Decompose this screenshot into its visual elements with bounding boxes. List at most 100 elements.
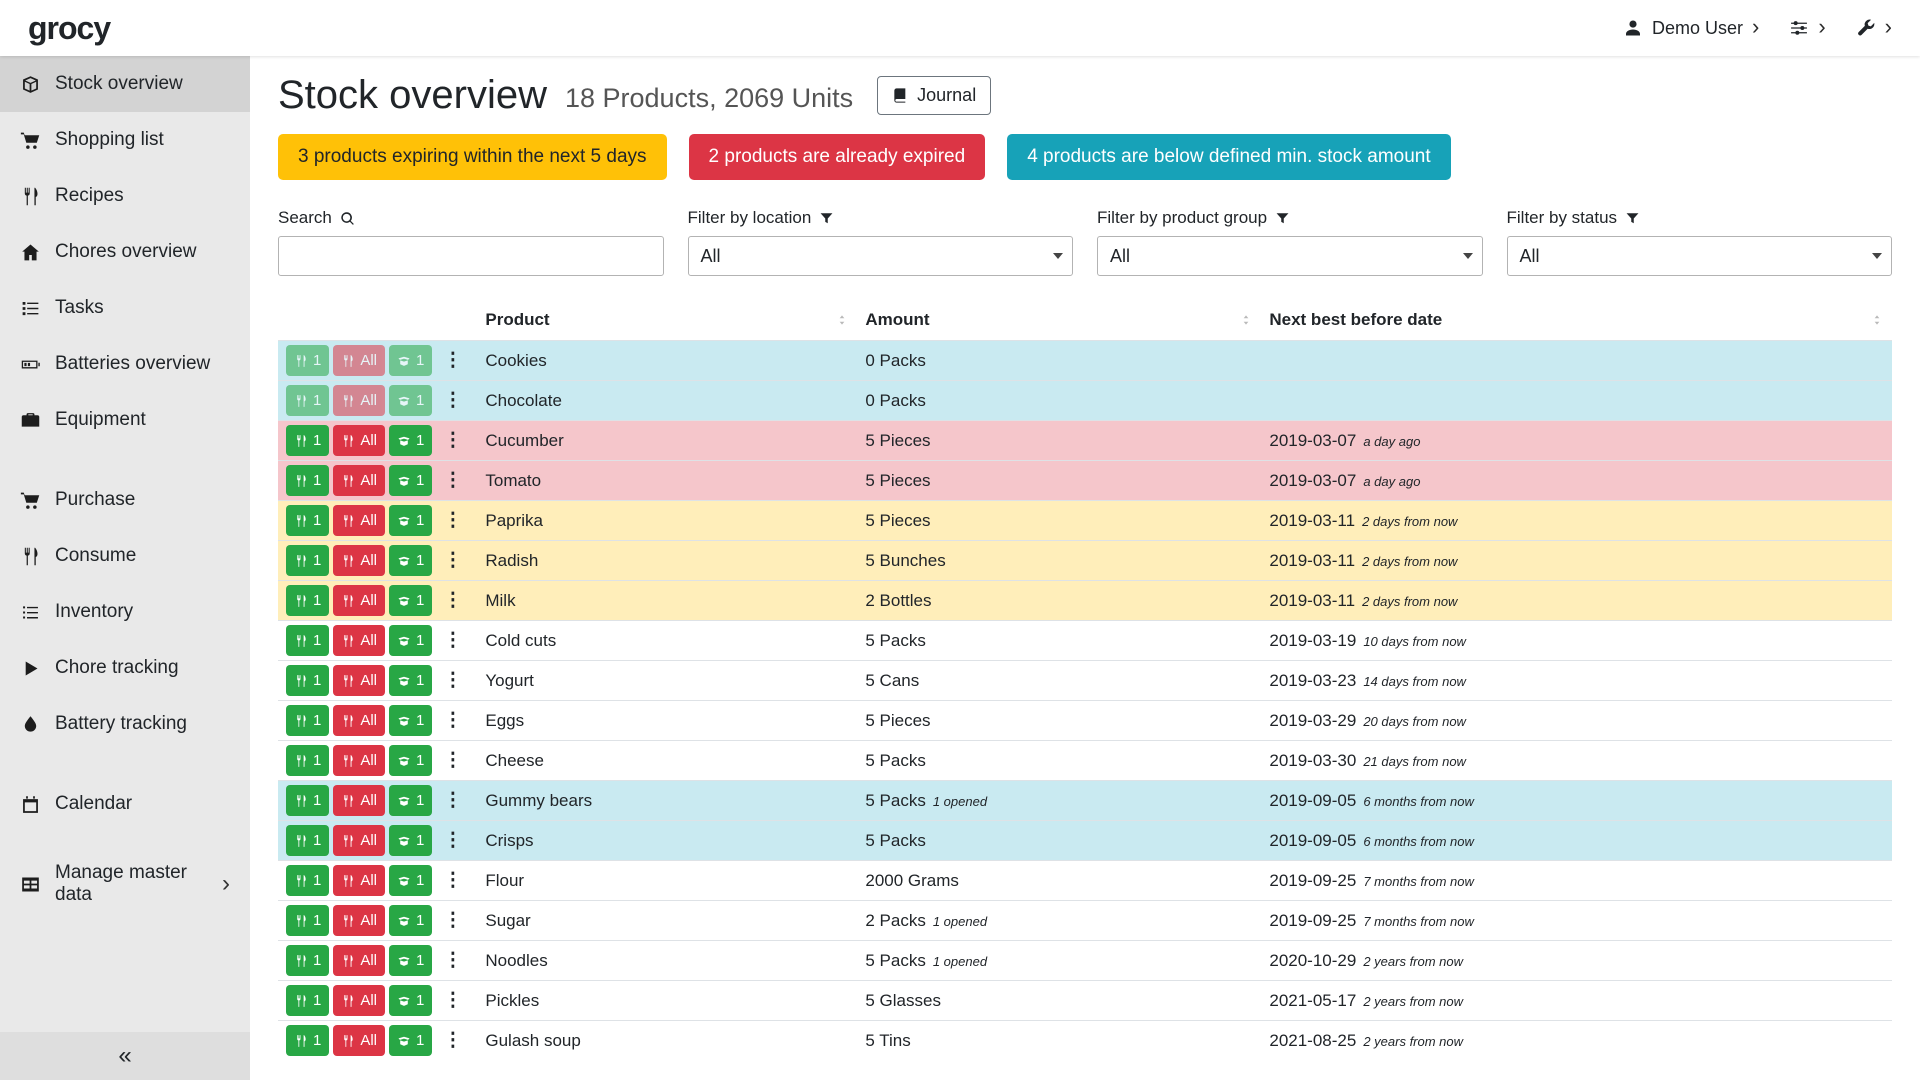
- row-menu-button[interactable]: ⋮: [436, 349, 469, 372]
- open-one-button[interactable]: 1: [389, 425, 432, 456]
- consume-all-button[interactable]: All: [333, 905, 385, 936]
- consume-all-button[interactable]: All: [333, 545, 385, 576]
- consume-one-button[interactable]: 1: [286, 745, 329, 776]
- sidebar-collapse-button[interactable]: «: [0, 1032, 250, 1080]
- open-one-button[interactable]: 1: [389, 785, 432, 816]
- app-logo[interactable]: grocy: [28, 10, 110, 47]
- row-menu-button[interactable]: ⋮: [436, 829, 469, 852]
- consume-all-button[interactable]: All: [333, 465, 385, 496]
- row-menu-button[interactable]: ⋮: [436, 589, 469, 612]
- open-one-button[interactable]: 1: [389, 625, 432, 656]
- consume-one-button[interactable]: 1: [286, 985, 329, 1016]
- sidebar-item-stock-overview[interactable]: Stock overview: [0, 56, 250, 112]
- consume-one-button[interactable]: 1: [286, 625, 329, 656]
- open-one-button[interactable]: 1: [389, 665, 432, 696]
- location-filter-select[interactable]: All: [688, 236, 1074, 276]
- open-one-button[interactable]: 1: [389, 385, 432, 416]
- row-menu-button[interactable]: ⋮: [436, 509, 469, 532]
- product-group-filter-select[interactable]: All: [1097, 236, 1483, 276]
- sidebar-item-battery-tracking[interactable]: Battery tracking: [0, 696, 250, 752]
- consume-one-button[interactable]: 1: [286, 505, 329, 536]
- row-menu-button[interactable]: ⋮: [436, 949, 469, 972]
- journal-button[interactable]: Journal: [877, 76, 991, 115]
- consume-one-button[interactable]: 1: [286, 465, 329, 496]
- row-menu-button[interactable]: ⋮: [436, 629, 469, 652]
- open-one-button[interactable]: 1: [389, 585, 432, 616]
- row-menu-button[interactable]: ⋮: [436, 389, 469, 412]
- sidebar-item-chores-overview[interactable]: Chores overview: [0, 224, 250, 280]
- consume-one-button[interactable]: 1: [286, 345, 329, 376]
- settings-menu[interactable]: ›: [1789, 17, 1825, 39]
- open-one-button[interactable]: 1: [389, 705, 432, 736]
- consume-all-button[interactable]: All: [333, 705, 385, 736]
- sort-icon[interactable]: [1870, 313, 1884, 327]
- consume-all-button[interactable]: All: [333, 825, 385, 856]
- open-one-button[interactable]: 1: [389, 745, 432, 776]
- sidebar-item-equipment[interactable]: Equipment: [0, 392, 250, 448]
- consume-one-button[interactable]: 1: [286, 865, 329, 896]
- row-menu-button[interactable]: ⋮: [436, 469, 469, 492]
- consume-one-button[interactable]: 1: [286, 945, 329, 976]
- consume-one-button[interactable]: 1: [286, 825, 329, 856]
- sidebar-item-inventory[interactable]: Inventory: [0, 584, 250, 640]
- open-one-button[interactable]: 1: [389, 865, 432, 896]
- row-menu-button[interactable]: ⋮: [436, 989, 469, 1012]
- consume-one-button[interactable]: 1: [286, 665, 329, 696]
- open-one-button[interactable]: 1: [389, 985, 432, 1016]
- open-one-button[interactable]: 1: [389, 505, 432, 536]
- product-column-header[interactable]: Product: [477, 300, 857, 341]
- consume-all-button[interactable]: All: [333, 425, 385, 456]
- consume-one-button[interactable]: 1: [286, 385, 329, 416]
- sidebar-item-shopping-list[interactable]: Shopping list: [0, 112, 250, 168]
- sidebar-item-purchase[interactable]: Purchase: [0, 472, 250, 528]
- date-column-header[interactable]: Next best before date: [1261, 300, 1892, 341]
- consume-one-button[interactable]: 1: [286, 545, 329, 576]
- row-menu-button[interactable]: ⋮: [436, 1029, 469, 1052]
- amount-column-header[interactable]: Amount: [857, 300, 1261, 341]
- consume-all-button[interactable]: All: [333, 945, 385, 976]
- consume-one-button[interactable]: 1: [286, 585, 329, 616]
- alert-expiring[interactable]: 3 products expiring within the next 5 da…: [278, 134, 667, 180]
- consume-all-button[interactable]: All: [333, 985, 385, 1016]
- open-one-button[interactable]: 1: [389, 545, 432, 576]
- consume-all-button[interactable]: All: [333, 865, 385, 896]
- sidebar-item-manage-master-data[interactable]: Manage master data ›: [0, 856, 250, 912]
- status-filter-select[interactable]: All: [1507, 236, 1893, 276]
- row-menu-button[interactable]: ⋮: [436, 749, 469, 772]
- row-menu-button[interactable]: ⋮: [436, 669, 469, 692]
- admin-menu[interactable]: ›: [1856, 17, 1892, 39]
- sidebar-item-calendar[interactable]: Calendar: [0, 776, 250, 832]
- consume-all-button[interactable]: All: [333, 585, 385, 616]
- consume-all-button[interactable]: All: [333, 345, 385, 376]
- open-one-button[interactable]: 1: [389, 1025, 432, 1056]
- row-menu-button[interactable]: ⋮: [436, 709, 469, 732]
- open-one-button[interactable]: 1: [389, 465, 432, 496]
- row-menu-button[interactable]: ⋮: [436, 869, 469, 892]
- alert-below-min-stock[interactable]: 4 products are below defined min. stock …: [1007, 134, 1450, 180]
- alert-expired[interactable]: 2 products are already expired: [689, 134, 986, 180]
- consume-one-button[interactable]: 1: [286, 1025, 329, 1056]
- row-menu-button[interactable]: ⋮: [436, 909, 469, 932]
- consume-all-button[interactable]: All: [333, 1025, 385, 1056]
- sidebar-item-batteries-overview[interactable]: Batteries overview: [0, 336, 250, 392]
- sort-icon[interactable]: [1239, 313, 1253, 327]
- open-one-button[interactable]: 1: [389, 825, 432, 856]
- row-menu-button[interactable]: ⋮: [436, 549, 469, 572]
- sidebar-item-chore-tracking[interactable]: Chore tracking: [0, 640, 250, 696]
- consume-all-button[interactable]: All: [333, 505, 385, 536]
- sidebar-item-tasks[interactable]: Tasks: [0, 280, 250, 336]
- consume-all-button[interactable]: All: [333, 385, 385, 416]
- consume-one-button[interactable]: 1: [286, 905, 329, 936]
- consume-all-button[interactable]: All: [333, 625, 385, 656]
- consume-one-button[interactable]: 1: [286, 425, 329, 456]
- consume-one-button[interactable]: 1: [286, 785, 329, 816]
- search-input[interactable]: [278, 236, 664, 276]
- row-menu-button[interactable]: ⋮: [436, 789, 469, 812]
- open-one-button[interactable]: 1: [389, 945, 432, 976]
- open-one-button[interactable]: 1: [389, 905, 432, 936]
- row-menu-button[interactable]: ⋮: [436, 429, 469, 452]
- user-menu[interactable]: Demo User ›: [1623, 17, 1759, 39]
- consume-all-button[interactable]: All: [333, 785, 385, 816]
- consume-all-button[interactable]: All: [333, 745, 385, 776]
- open-one-button[interactable]: 1: [389, 345, 432, 376]
